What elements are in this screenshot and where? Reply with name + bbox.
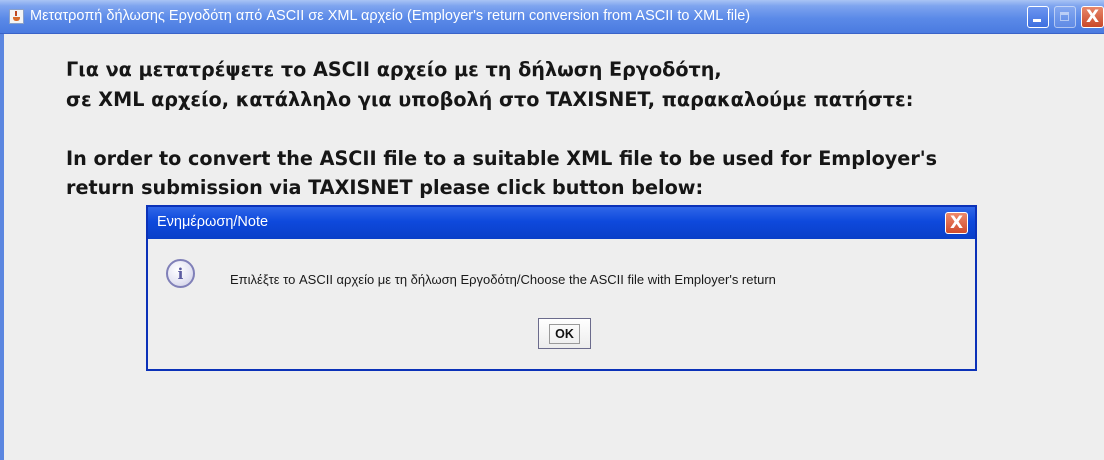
instruction-greek-line-2: σε XML αρχείο, κατάλληλο για υποβολή στο…: [66, 88, 914, 111]
java-cup-icon: [9, 9, 24, 24]
note-dialog: Ενημέρωση/Note X i Επιλέξτε το ASCII αρχ…: [146, 205, 977, 371]
instruction-greek-line-1: Για να μετατρέψετε το ASCII αρχείο με τη…: [66, 58, 722, 81]
instruction-english-line-2: return submission via TAXISNET please cl…: [66, 176, 704, 199]
close-button[interactable]: X: [1081, 6, 1104, 28]
ok-button[interactable]: OK: [538, 318, 591, 349]
dialog-title: Ενημέρωση/Note: [157, 214, 269, 230]
close-icon: X: [949, 213, 964, 233]
minimize-button[interactable]: [1027, 6, 1049, 28]
instruction-english-line-1: In order to convert the ASCII file to a …: [66, 147, 938, 170]
ok-button-label: OK: [549, 323, 580, 344]
main-window-title-bar[interactable]: Μετατροπή δήλωσης Εργοδότη από ASCII σε …: [0, 0, 1104, 34]
dialog-message: Επιλέξτε το ASCII αρχείο με τη δήλωση Ερ…: [230, 272, 776, 287]
maximize-button[interactable]: [1054, 6, 1076, 28]
window-left-border: [0, 34, 4, 460]
info-icon: i: [166, 259, 195, 288]
dialog-close-button[interactable]: X: [945, 212, 968, 234]
dialog-title-bar[interactable]: Ενημέρωση/Note X: [148, 207, 975, 239]
window-title: Μετατροπή δήλωσης Εργοδότη από ASCII σε …: [30, 8, 751, 24]
close-icon: X: [1085, 7, 1100, 27]
